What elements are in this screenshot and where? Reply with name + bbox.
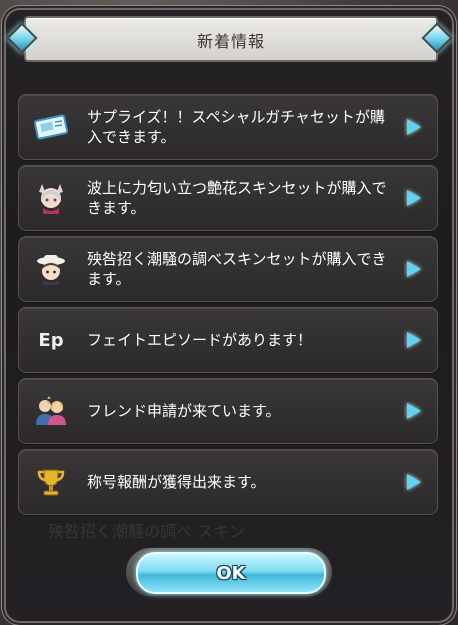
news-item-friend-request[interactable]: フレンド申請が来ています。 <box>18 378 438 444</box>
ticket-icon <box>33 109 69 145</box>
news-item-skin-2[interactable]: 殃咎招く潮騒の調べスキンセットが購入できます。 <box>18 236 438 302</box>
news-item-gacha[interactable]: サプライズ！！スペシャルガチャセットが購入できます。 <box>18 94 438 160</box>
arrow-right-icon <box>407 474 421 490</box>
news-item-text: サプライズ！！スペシャルガチャセットが購入できます。 <box>87 108 385 146</box>
ep-icon: Ep <box>33 322 69 358</box>
trophy-icon <box>33 464 69 500</box>
character-skin-icon <box>33 180 69 216</box>
news-item-skin-1[interactable]: 波上に力匂い立つ艶花スキンセットが購入できます。 <box>18 165 438 231</box>
news-item-title-reward[interactable]: 称号報酬が獲得出来ます。 <box>18 449 438 515</box>
dialog-title-bar: 新着情報 <box>24 16 438 62</box>
arrow-right-icon <box>407 190 421 206</box>
ep-icon-label: Ep <box>38 329 64 351</box>
news-item-text: フレンド申請が来ています。 <box>87 402 281 420</box>
dialog-title: 新着情報 <box>196 32 265 51</box>
ok-button[interactable]: OK <box>136 552 326 594</box>
news-item-text: 称号報酬が獲得出来ます。 <box>87 473 266 491</box>
arrow-right-icon <box>407 119 421 135</box>
arrow-right-icon <box>407 332 421 348</box>
arrow-right-icon <box>407 403 421 419</box>
news-item-text: 殃咎招く潮騒の調べスキンセットが購入できます。 <box>87 250 387 288</box>
character-skin-icon <box>33 251 69 287</box>
news-item-text: 波上に力匂い立つ艶花スキンセットが購入できます。 <box>87 179 387 217</box>
news-item-text: フェイトエピソードがあります！ <box>87 331 313 349</box>
arrow-right-icon <box>407 261 421 277</box>
background-faded-text: 殃咎招く潮騒の調べ スキン <box>48 522 245 541</box>
friends-icon <box>33 393 69 429</box>
news-item-fate-episode[interactable]: Ep フェイトエピソードがあります！ <box>18 307 438 373</box>
